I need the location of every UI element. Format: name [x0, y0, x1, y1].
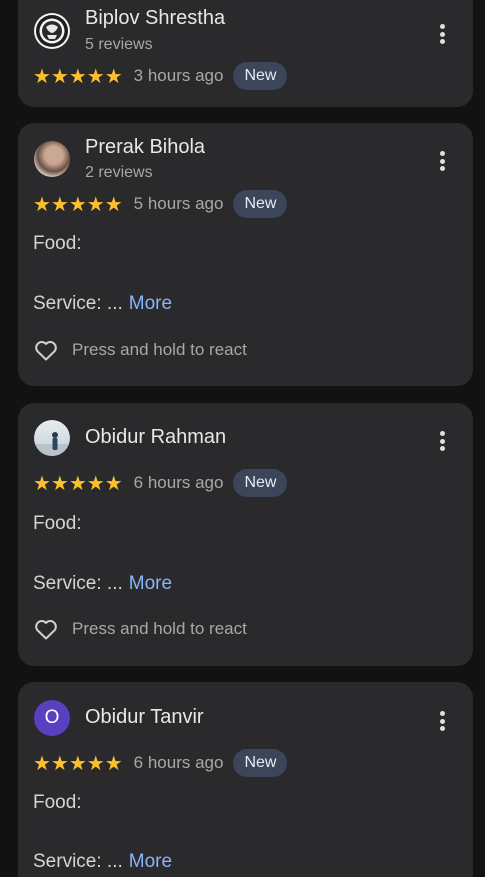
review-food-text: Food:	[33, 233, 82, 254]
review-service-text: Service: ... More	[33, 851, 172, 873]
review-food-text: Food:	[33, 513, 82, 534]
reviewer-review-count: 5 reviews	[85, 36, 153, 53]
service-label: Service: ...	[33, 293, 123, 314]
reviewer-name[interactable]: Biplov Shrestha	[85, 7, 225, 30]
new-badge: New	[233, 62, 288, 90]
avatar[interactable]: O	[34, 700, 70, 736]
reviewer-name[interactable]: Obidur Tanvir	[85, 706, 204, 729]
react-label: Press and hold to react	[72, 619, 247, 638]
more-link[interactable]: More	[129, 851, 172, 872]
logo-avatar-icon	[36, 15, 68, 47]
heart-outline-icon	[35, 341, 57, 361]
new-badge: New	[233, 749, 288, 777]
more-link[interactable]: More	[129, 573, 172, 594]
more-vert-icon[interactable]	[433, 429, 451, 453]
review-card: Obidur Rahman ★★★★★ 6 hours ago New Food…	[18, 403, 473, 666]
star-rating: ★★★★★	[33, 751, 123, 775]
new-badge: New	[233, 469, 288, 497]
more-link[interactable]: More	[129, 293, 172, 314]
review-time: 5 hours ago	[133, 194, 224, 213]
rating-row: ★★★★★ 3 hours ago New	[33, 62, 288, 90]
reviews-feed: Biplov Shrestha 5 reviews ★★★★★ 3 hours …	[0, 0, 485, 877]
service-label: Service: ...	[33, 573, 123, 594]
rating-row: ★★★★★ 6 hours ago New	[33, 749, 288, 777]
review-time: 6 hours ago	[133, 473, 224, 492]
person-photo-icon	[34, 432, 70, 456]
rating-row: ★★★★★ 6 hours ago New	[33, 469, 288, 497]
review-card: O Obidur Tanvir ★★★★★ 6 hours ago New Fo…	[18, 682, 473, 877]
review-card: Prerak Bihola 2 reviews ★★★★★ 5 hours ag…	[18, 123, 473, 386]
react-label: Press and hold to react	[72, 340, 247, 359]
star-rating: ★★★★★	[33, 64, 123, 88]
reviewer-name[interactable]: Prerak Bihola	[85, 136, 205, 159]
new-badge: New	[233, 190, 288, 218]
reviewer-name[interactable]: Obidur Rahman	[85, 426, 226, 449]
heart-outline-icon	[35, 620, 57, 640]
avatar[interactable]	[34, 13, 70, 49]
review-time: 6 hours ago	[133, 753, 224, 772]
review-food-text: Food:	[33, 792, 82, 813]
avatar-letter: O	[44, 707, 60, 728]
star-rating: ★★★★★	[33, 471, 123, 495]
avatar[interactable]	[34, 420, 70, 456]
reviewer-review-count: 2 reviews	[85, 164, 153, 181]
rating-row: ★★★★★ 5 hours ago New	[33, 190, 288, 218]
react-button[interactable]: Press and hold to react	[33, 615, 247, 643]
more-vert-icon[interactable]	[433, 149, 451, 173]
more-vert-icon[interactable]	[433, 22, 451, 46]
star-rating: ★★★★★	[33, 192, 123, 216]
review-time: 3 hours ago	[133, 66, 224, 85]
review-service-text: Service: ... More	[33, 293, 172, 315]
react-button[interactable]: Press and hold to react	[33, 336, 247, 364]
service-label: Service: ...	[33, 851, 123, 872]
review-service-text: Service: ... More	[33, 573, 172, 595]
avatar[interactable]	[34, 141, 70, 177]
more-vert-icon[interactable]	[433, 709, 451, 733]
review-card: Biplov Shrestha 5 reviews ★★★★★ 3 hours …	[18, 0, 473, 107]
